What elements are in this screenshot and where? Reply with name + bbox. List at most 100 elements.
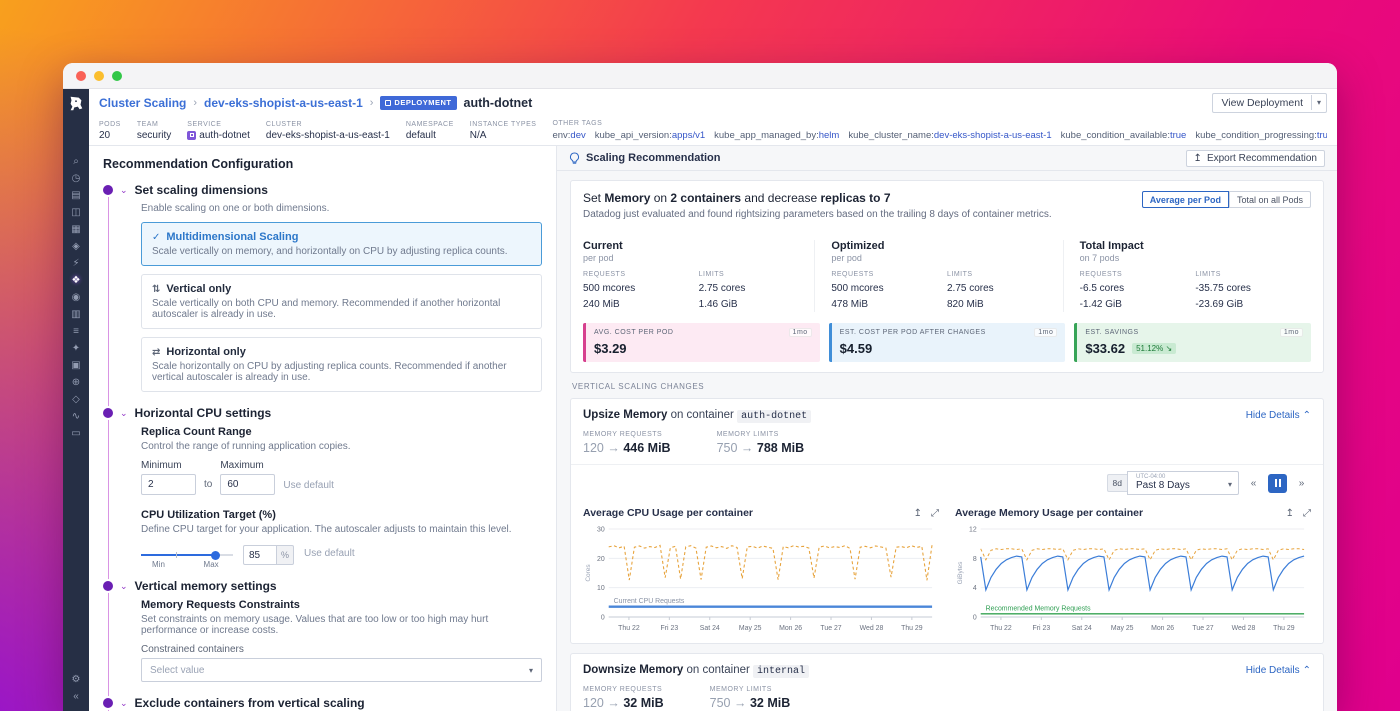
- recommendation-configuration-panel: Recommendation Configuration ⌄ Set scali…: [89, 146, 557, 711]
- use-default-link[interactable]: Use default: [283, 480, 334, 495]
- close-window-button[interactable]: [76, 71, 86, 81]
- section-header-vertical-memory[interactable]: ⌄ Vertical memory settings: [103, 579, 542, 593]
- toggle-total-all-pods[interactable]: Total on all Pods: [1229, 191, 1311, 208]
- svg-text:Fri 23: Fri 23: [661, 625, 679, 632]
- check-icon: ✓: [152, 232, 160, 243]
- arrow-icon: →: [741, 441, 754, 455]
- meta-value-pods: 20: [99, 130, 121, 141]
- section-header-scaling-dimensions[interactable]: ⌄ Set scaling dimensions: [103, 183, 542, 197]
- meta-value-team[interactable]: security: [137, 130, 171, 141]
- breadcrumb-cluster-scaling[interactable]: Cluster Scaling: [99, 96, 186, 110]
- config-panel-title: Recommendation Configuration: [103, 157, 542, 171]
- column-optimized: Optimized per pod REQUESTS500 mcores478 …: [814, 240, 1062, 312]
- entity-meta-bar: PODS20 TEAMsecurity SERVICEauth-dotnet C…: [89, 116, 1337, 146]
- datadog-logo[interactable]: [67, 94, 85, 111]
- logs-icon[interactable]: ≡: [63, 323, 89, 340]
- svg-text:20: 20: [597, 556, 605, 563]
- lightbulb-icon: [569, 152, 580, 165]
- containers-icon[interactable]: ◫: [63, 204, 89, 221]
- tag[interactable]: kube_condition_available:true: [1061, 130, 1187, 141]
- meta-value-cluster[interactable]: dev-eks-shopist-a-us-east-1: [266, 130, 390, 141]
- settings-icon[interactable]: ⚙: [63, 671, 89, 688]
- dashboards-icon[interactable]: ▥: [63, 306, 89, 323]
- meta-value-namespace[interactable]: default: [406, 130, 454, 141]
- svg-text:Tue 27: Tue 27: [1192, 625, 1213, 632]
- chevron-down-icon: ⌄: [120, 698, 128, 709]
- apm-icon[interactable]: ✦: [63, 340, 89, 357]
- tag[interactable]: kube_app_managed_by:helm: [714, 130, 839, 141]
- use-default-link[interactable]: Use default: [304, 548, 355, 563]
- cpu-target-slider[interactable]: Min Max: [141, 554, 233, 556]
- section-header-exclude-containers[interactable]: ⌄ Exclude containers from vertical scali…: [103, 696, 542, 710]
- left-nav-rail: ⌕◷▤◫▦◈⚡❖◉▥≡✦▣⊕◇∿▭ ⚙«: [63, 89, 89, 711]
- export-chart-icon[interactable]: ↥: [1286, 508, 1294, 519]
- fullscreen-icon[interactable]: ⤢: [931, 508, 939, 519]
- notebooks-icon[interactable]: ▭: [63, 425, 89, 442]
- arrow-icon: →: [607, 441, 620, 455]
- infrastructure-icon[interactable]: ▤: [63, 187, 89, 204]
- column-total-impact: Total Impact on 7 pods REQUESTS-6.5 core…: [1063, 240, 1311, 312]
- pause-button[interactable]: [1268, 474, 1287, 493]
- period-badge: 1mo: [1280, 328, 1303, 337]
- svg-text:12: 12: [969, 526, 977, 533]
- svg-text:Mon 26: Mon 26: [779, 625, 802, 632]
- cpu-usage-plot[interactable]: 0102030Thu 22Fri 23Sat 24May 25Mon 26Tue…: [583, 521, 939, 633]
- upsize-memory-card: Upsize Memory on container auth-dotnet H…: [570, 398, 1324, 644]
- option-horizontal-only[interactable]: ⇄Horizontal only Scale horizontally on C…: [141, 337, 542, 392]
- svg-text:4: 4: [973, 585, 977, 592]
- memory-usage-plot[interactable]: 04812Thu 22Fri 23Sat 24May 25Mon 26Tue 2…: [955, 521, 1311, 633]
- hosts-icon[interactable]: ▦: [63, 221, 89, 238]
- tag[interactable]: kube_api_version:apps/v1: [595, 130, 705, 141]
- option-multidimensional-scaling[interactable]: ✓Multidimensional Scaling Scale vertical…: [141, 222, 542, 266]
- tag[interactable]: kube_condition_progressing:true: [1195, 130, 1327, 141]
- meta-label: PODS: [99, 121, 121, 128]
- meta-label: CLUSTER: [266, 121, 390, 128]
- profiling-icon[interactable]: ∿: [63, 408, 89, 425]
- synthetics-icon[interactable]: ⊕: [63, 374, 89, 391]
- search-icon[interactable]: ⌕: [63, 153, 89, 170]
- events-icon[interactable]: ⚡: [63, 255, 89, 272]
- tag[interactable]: kube_cluster_name:dev-eks-shopist-a-us-e…: [848, 130, 1051, 141]
- deployment-cube-icon: [385, 100, 391, 106]
- collapse-nav-icon[interactable]: «: [63, 688, 89, 705]
- integrations-icon[interactable]: ◇: [63, 391, 89, 408]
- maximize-window-button[interactable]: [112, 71, 122, 81]
- svg-text:Sat 24: Sat 24: [700, 625, 720, 632]
- cluster-scaling-icon[interactable]: ❖: [63, 272, 89, 289]
- export-recommendation-button[interactable]: ↥Export Recommendation: [1186, 150, 1325, 167]
- slider-handle[interactable]: [211, 551, 220, 560]
- minimize-window-button[interactable]: [94, 71, 104, 81]
- monitors-icon[interactable]: ◉: [63, 289, 89, 306]
- forward-button[interactable]: »: [1292, 474, 1311, 493]
- view-deployment-button[interactable]: View Deployment▾: [1212, 93, 1327, 113]
- export-icon: ↥: [1194, 153, 1202, 164]
- caret-down-icon[interactable]: ▾: [1311, 95, 1326, 110]
- timeframe-select[interactable]: UTC-04:00Past 8 Days▾: [1127, 471, 1239, 495]
- metrics-icon[interactable]: ◈: [63, 238, 89, 255]
- option-vertical-only[interactable]: ⇅Vertical only Scale vertically on both …: [141, 274, 542, 329]
- fullscreen-icon[interactable]: ⤢: [1303, 508, 1311, 519]
- constrained-containers-select[interactable]: Select value▾: [141, 658, 542, 682]
- svg-text:Current CPU Requests: Current CPU Requests: [614, 598, 685, 605]
- rewind-button[interactable]: «: [1244, 474, 1263, 493]
- section-header-horizontal-cpu[interactable]: ⌄ Horizontal CPU settings: [103, 406, 542, 420]
- meta-value-service[interactable]: auth-dotnet: [187, 130, 250, 141]
- breadcrumb-cluster[interactable]: dev-eks-shopist-a-us-east-1: [204, 96, 363, 110]
- replica-max-input[interactable]: [220, 474, 275, 495]
- hide-details-link[interactable]: Hide Details⌃: [1246, 665, 1311, 676]
- cpu-target-input[interactable]: [243, 545, 277, 565]
- replica-min-input[interactable]: [141, 474, 196, 495]
- section-vertical-memory-settings: ⌄ Vertical memory settings Memory Reques…: [103, 579, 542, 682]
- hide-details-link[interactable]: Hide Details⌃: [1246, 410, 1311, 421]
- export-chart-icon[interactable]: ↥: [914, 508, 922, 519]
- toggle-average-per-pod[interactable]: Average per Pod: [1142, 191, 1229, 208]
- meta-label: OTHER TAGS: [552, 120, 1327, 127]
- recents-icon[interactable]: ◷: [63, 170, 89, 187]
- cpu-target-heading: CPU Utilization Target (%): [141, 509, 542, 521]
- svg-text:Tue 27: Tue 27: [820, 625, 841, 632]
- svg-text:May 25: May 25: [739, 625, 762, 632]
- security-icon[interactable]: ▣: [63, 357, 89, 374]
- svg-text:8: 8: [973, 556, 977, 563]
- svg-text:Cores: Cores: [585, 564, 592, 581]
- tag[interactable]: env:dev: [552, 130, 585, 141]
